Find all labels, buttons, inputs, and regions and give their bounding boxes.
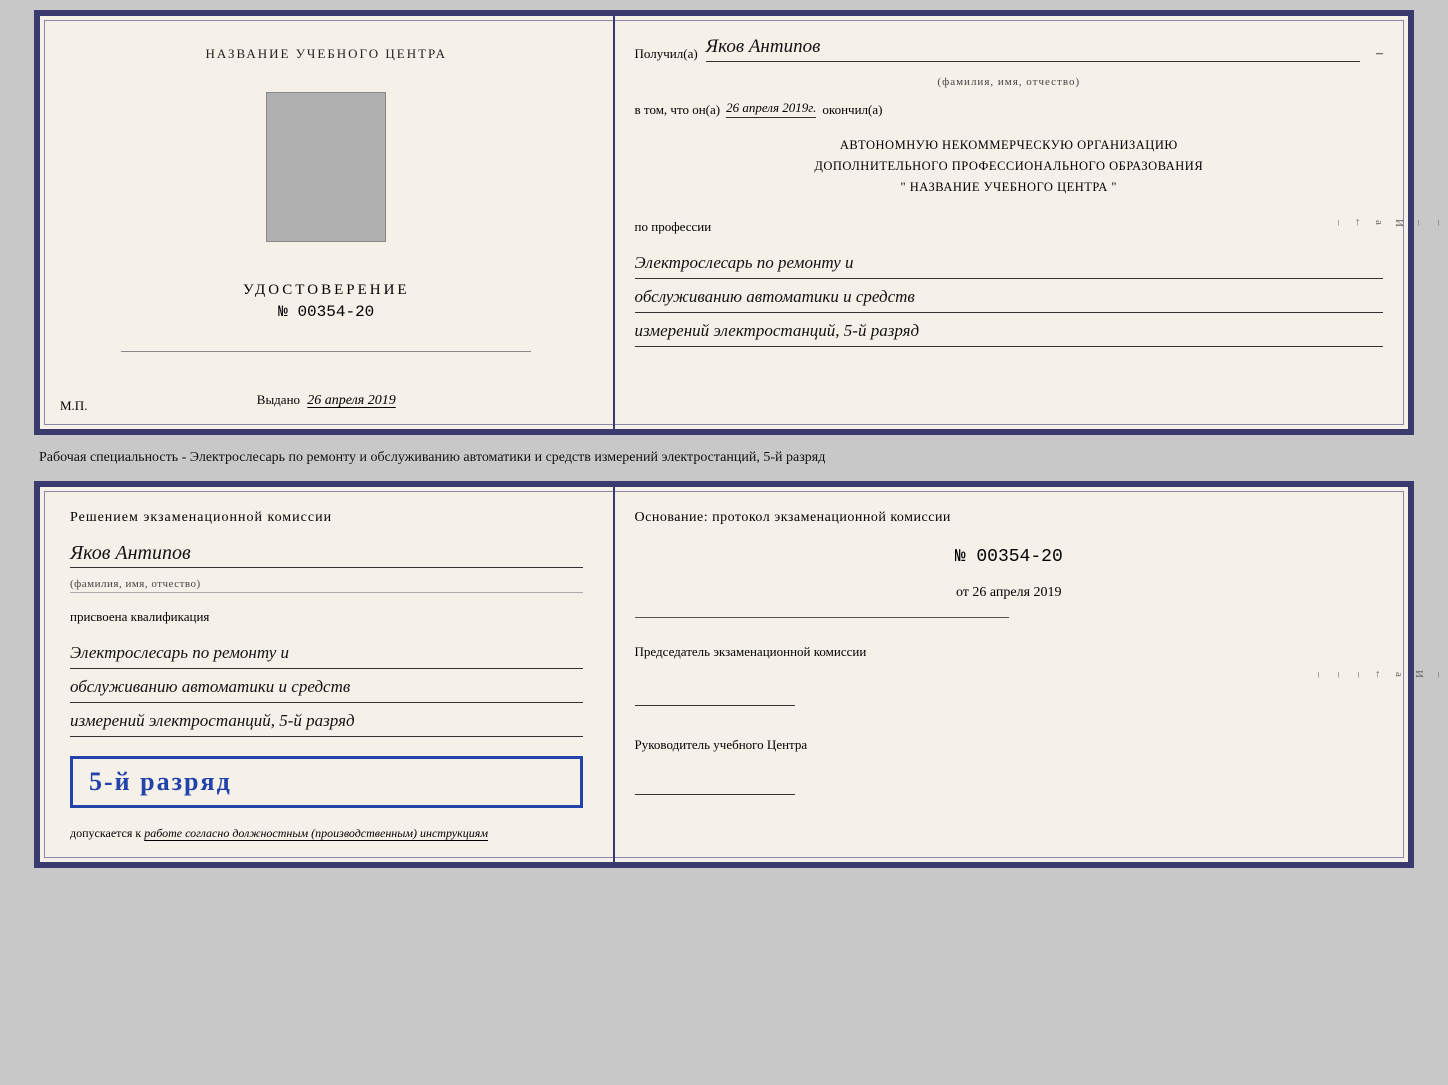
cert-center: УДОСТОВЕРЕНИЕ № 00354-20 — [243, 282, 410, 321]
prof-line3: измерений электростанций, 5-й разряд — [635, 317, 1383, 347]
recipient-line: Получил(а) Яков Антипов – — [635, 36, 1383, 62]
decision-sub: (фамилия, имя, отчество) — [70, 578, 583, 593]
org-block: АВТОНОМНУЮ НЕКОММЕРЧЕСКУЮ ОРГАНИЗАЦИЮ ДО… — [635, 135, 1383, 199]
issued-prefix: Выдано — [257, 392, 300, 407]
protocol-date: от 26 апреля 2019 — [635, 585, 1383, 601]
qual-line1: Электрослесарь по ремонту и — [70, 639, 583, 669]
date-prefix: от — [956, 585, 969, 600]
prof-line2: обслуживанию автоматики и средств — [635, 283, 1383, 313]
cert-issued: Выдано 26 апреля 2019 — [257, 392, 396, 409]
right-side-deco: – – – И а ← – — [1390, 16, 1408, 429]
prof-line1: Электрослесарь по ремонту и — [635, 249, 1383, 279]
qual-line2: обслуживанию автоматики и средств — [70, 673, 583, 703]
decision-name: Яков Антипов — [70, 542, 583, 568]
top-left-title: НАЗВАНИЕ УЧЕБНОГО ЦЕНТРА — [206, 46, 447, 62]
grade-badge: 5-й разряд — [70, 756, 583, 808]
basis-label: Основание: протокол экзаменационной коми… — [635, 507, 1383, 528]
cert-number: № 00354-20 — [243, 303, 410, 321]
cert-label: УДОСТОВЕРЕНИЕ — [243, 282, 410, 299]
decision-text: Решением экзаменационной комиссии — [70, 507, 583, 528]
recipient-name: Яков Антипов — [706, 36, 1360, 62]
admitted-text: допускается к работе согласно должностны… — [70, 824, 583, 842]
qualification-name: Электрослесарь по ремонту и обслуживанию… — [70, 639, 583, 742]
org-name: " НАЗВАНИЕ УЧЕБНОГО ЦЕНТРА " — [635, 177, 1383, 198]
confirm-line: в том, что он(а) 26 апреля 2019г. окончи… — [635, 100, 1383, 118]
confirm-date: 26 апреля 2019г. — [726, 100, 816, 118]
org-line1: АВТОНОМНУЮ НЕКОММЕРЧЕСКУЮ ОРГАНИЗАЦИЮ — [635, 135, 1383, 156]
recipient-prefix: Получил(а) — [635, 46, 698, 62]
qual-line3: измерений электростанций, 5-й разряд — [70, 707, 583, 737]
confirm-text: в том, что он(а) — [635, 102, 721, 118]
bottom-document: Решением экзаменационной комиссии Яков А… — [34, 481, 1414, 869]
prof-label: по профессии — [635, 219, 1383, 235]
bottom-right-panel: Основание: протокол экзаменационной коми… — [615, 487, 1408, 863]
top-right-panel: Получил(а) Яков Антипов – (фамилия, имя,… — [615, 16, 1408, 429]
org-line2: ДОПОЛНИТЕЛЬНОГО ПРОФЕССИОНАЛЬНОГО ОБРАЗО… — [635, 156, 1383, 177]
mp-label: М.П. — [60, 398, 87, 414]
protocol-date-val: 26 апреля 2019 — [972, 585, 1061, 600]
profession-name: Электрослесарь по ремонту и обслуживанию… — [635, 249, 1383, 352]
qual-label: присвоена квалификация — [70, 609, 583, 625]
cert-photo — [266, 92, 386, 242]
protocol-number: № 00354-20 — [635, 547, 1383, 567]
confirm-suffix: окончил(а) — [822, 102, 882, 118]
issued-date: 26 апреля 2019 — [307, 393, 395, 408]
recipient-sub: (фамилия, имя, отчество) — [635, 76, 1383, 88]
admitted-prefix: допускается к — [70, 826, 141, 840]
chairman-label: Председатель экзаменационной комиссии — [635, 642, 1383, 662]
admitted-italic: работе согласно должностным (производств… — [144, 826, 488, 840]
director-label: Руководитель учебного Центра — [635, 735, 1383, 755]
director-signature-line — [635, 794, 795, 795]
bottom-right-deco: – – – И а ← – – – — [1390, 487, 1408, 863]
separator-text: Рабочая специальность - Электрослесарь п… — [34, 443, 1414, 473]
top-left-panel: НАЗВАНИЕ УЧЕБНОГО ЦЕНТРА УДОСТОВЕРЕНИЕ №… — [40, 16, 615, 429]
chairman-signature-line — [635, 705, 795, 706]
top-document: НАЗВАНИЕ УЧЕБНОГО ЦЕНТРА УДОСТОВЕРЕНИЕ №… — [34, 10, 1414, 435]
bottom-left-panel: Решением экзаменационной комиссии Яков А… — [40, 487, 615, 863]
